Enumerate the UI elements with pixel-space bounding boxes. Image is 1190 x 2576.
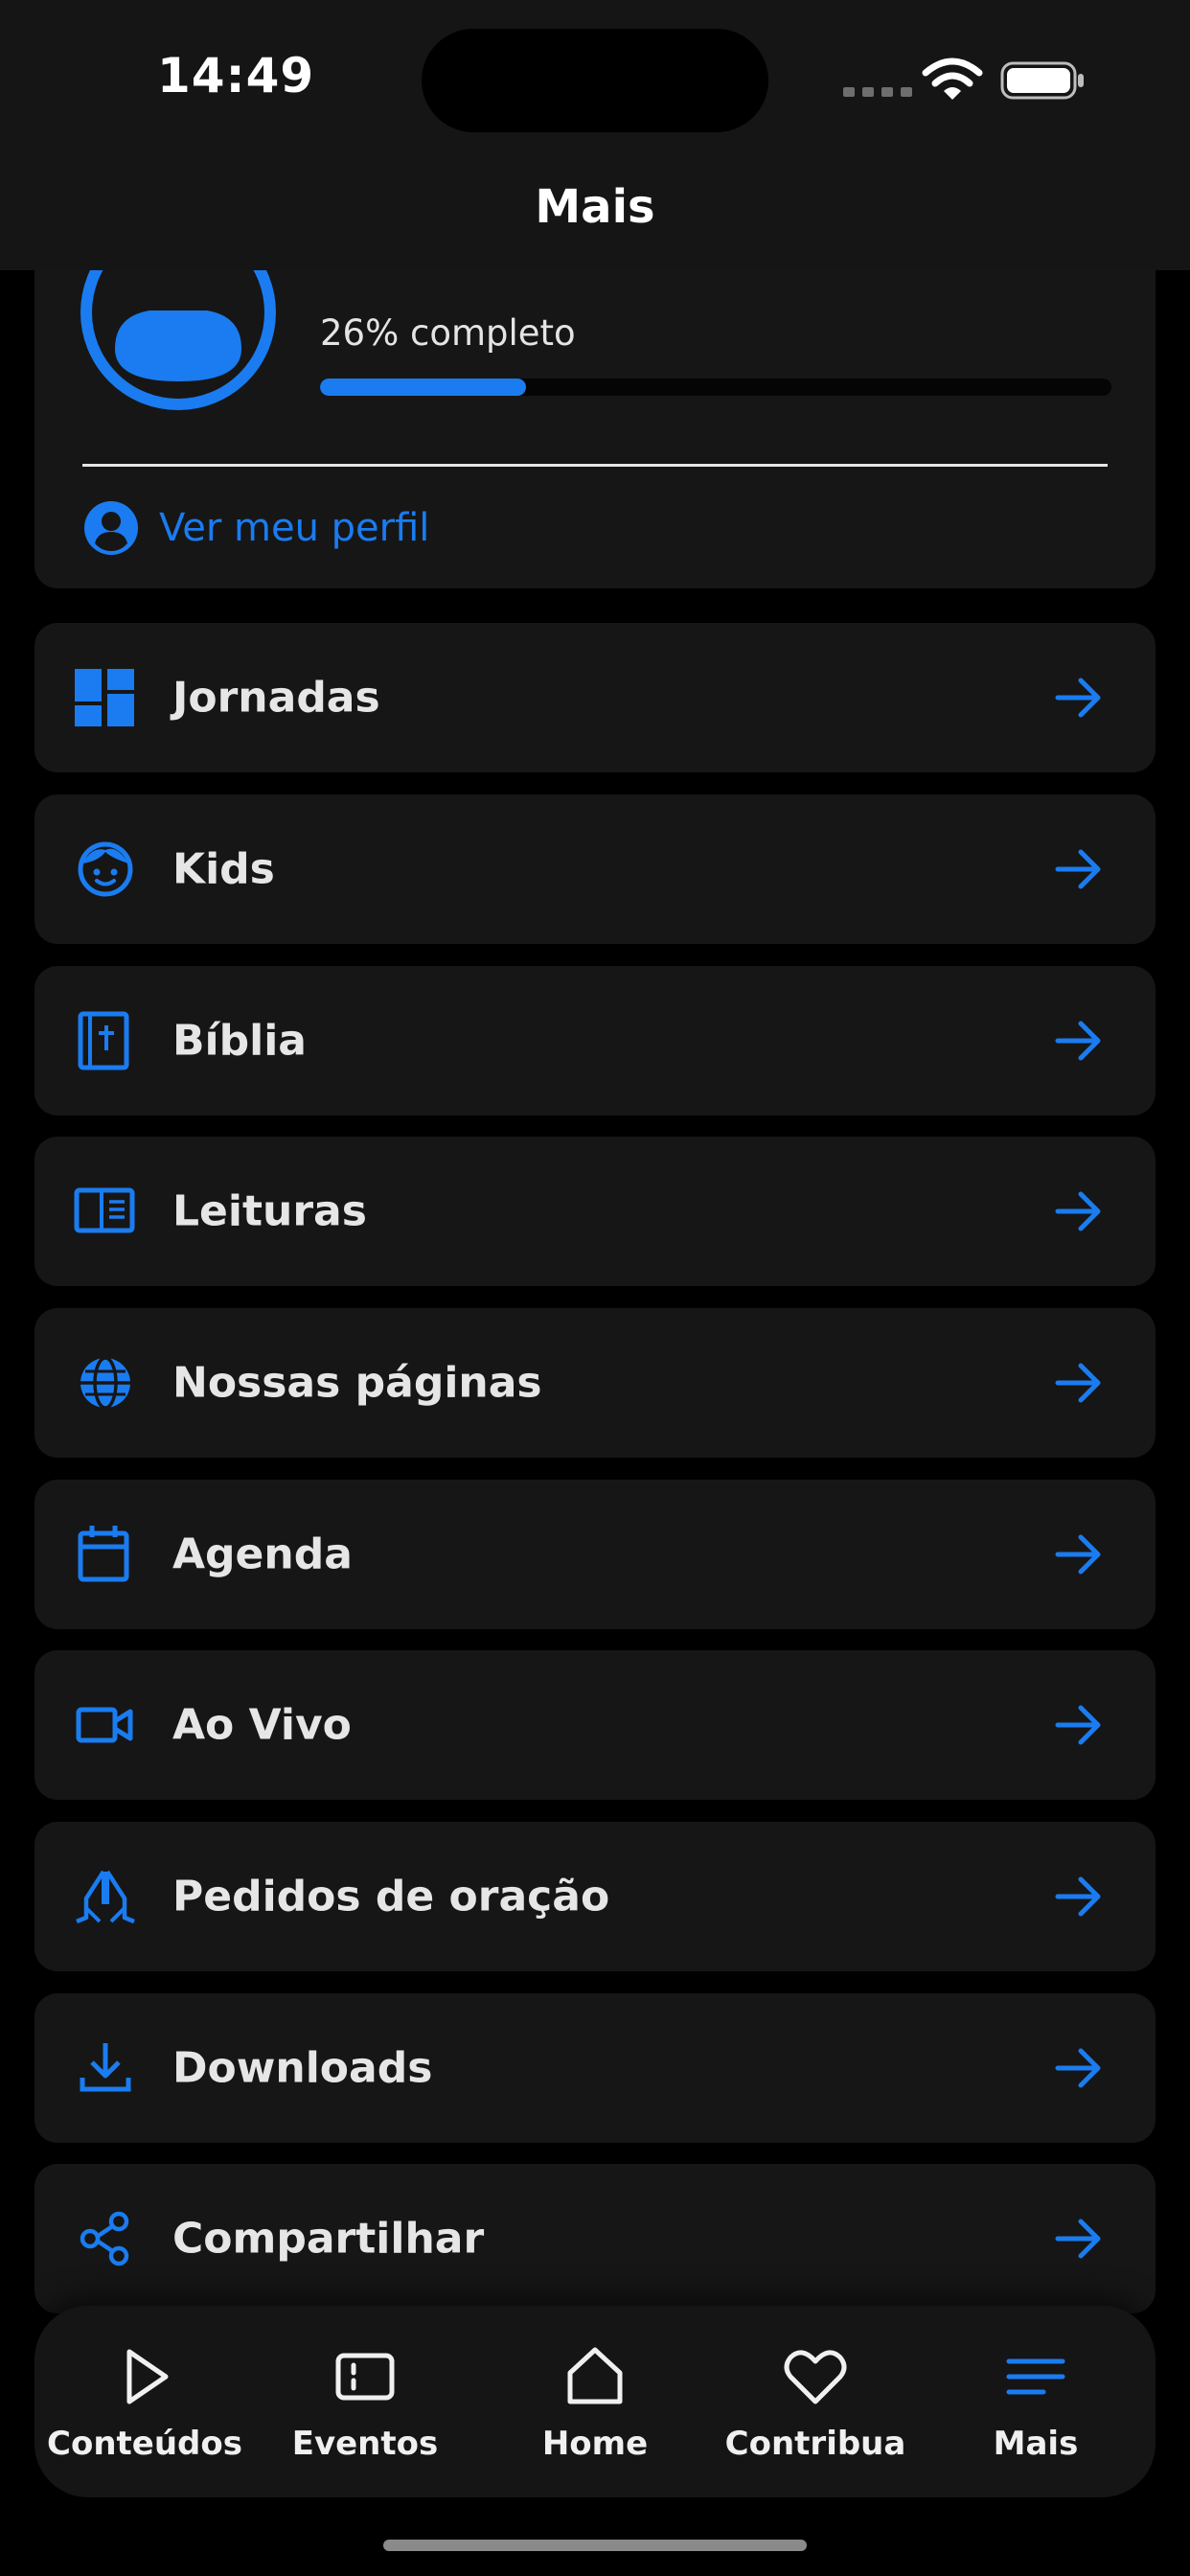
menu-item-compartilhar[interactable]: Compartilhar [34,2164,1156,2313]
dashboard-icon [75,669,134,726]
profile-progress-label: 26% completo [320,312,576,354]
menu-item-kids[interactable]: Kids [34,794,1156,944]
heart-icon [784,2350,847,2404]
arrow-right-icon [1055,678,1101,718]
menu-item-label: Agenda [172,1530,353,1579]
screen: 26% completo Ver meu perfil 14:49 Mais J… [0,0,1190,2576]
view-profile-link[interactable]: Ver meu perfil [82,496,429,560]
tab-label: Mais [993,2425,1079,2463]
ticket-icon [335,2353,395,2401]
menu-item-ao-vivo[interactable]: Ao Vivo [34,1650,1156,1800]
praying-hands-icon [76,1870,135,1924]
menu-item-nossas-paginas[interactable]: Nossas páginas [34,1308,1156,1458]
profile-progress-bar [320,379,1111,396]
tab-bar: Conteúdos Eventos Home Contribua Mais [34,2306,1156,2497]
tab-label: Home [541,2425,649,2463]
profile-divider [82,464,1108,467]
download-icon [80,2043,131,2092]
menu-icon [1006,2358,1065,2395]
arrow-right-icon [1055,2219,1101,2259]
arrow-right-icon [1055,1021,1101,1061]
menu-item-label: Bíblia [172,1016,307,1066]
menu-item-pedidos-de-oracao[interactable]: Pedidos de oração [34,1822,1156,1971]
home-icon [567,2347,623,2404]
arrow-right-icon [1055,1191,1101,1231]
arrow-right-icon [1055,2048,1101,2088]
page-title: Mais [535,180,655,234]
calendar-icon [78,1526,129,1582]
tab-eventos[interactable]: Eventos [255,2342,475,2463]
arrow-right-icon [1055,1363,1101,1403]
menu-item-label: Kids [172,844,275,894]
battery-icon [1000,61,1084,100]
status-time: 14:49 [157,48,315,104]
menu-item-label: Ao Vivo [172,1700,352,1750]
tab-conteudos[interactable]: Conteúdos [34,2342,255,2463]
globe-icon [80,1356,130,1410]
video-camera-icon [76,1707,133,1743]
arrow-right-icon [1055,1705,1101,1745]
play-icon [126,2349,169,2404]
menu-item-agenda[interactable]: Agenda [34,1480,1156,1629]
dynamic-island [422,29,768,132]
profile-progress-fill [320,379,526,396]
book-reader-icon [74,1187,135,1233]
menu-item-leituras[interactable]: Leituras [34,1137,1156,1286]
tab-label: Conteúdos [47,2425,242,2463]
tab-home[interactable]: Home [485,2342,705,2463]
menu-item-downloads[interactable]: Downloads [34,1993,1156,2143]
menu-item-label: Compartilhar [172,2214,485,2264]
account-circle-icon [84,501,138,555]
arrow-right-icon [1055,849,1101,889]
top-bar: 14:49 Mais [0,0,1190,270]
tab-mais[interactable]: Mais [926,2342,1146,2463]
bible-icon [78,1011,129,1070]
tab-label: Eventos [291,2425,439,2463]
menu-item-label: Downloads [172,2043,433,2093]
menu-item-label: Leituras [172,1186,367,1236]
child-face-icon [78,841,133,897]
menu-item-biblia[interactable]: Bíblia [34,966,1156,1116]
menu-item-label: Pedidos de oração [172,1872,610,1921]
menu-item-jornadas[interactable]: Jornadas [34,623,1156,772]
arrow-right-icon [1055,1534,1101,1575]
share-icon [80,2211,129,2266]
wifi-icon [922,58,983,100]
tab-label: Contribua [724,2425,906,2463]
tab-contribua[interactable]: Contribua [705,2342,926,2463]
home-indicator [383,2540,807,2551]
view-profile-label: Ver meu perfil [159,506,430,550]
menu-item-label: Jornadas [172,673,380,723]
arrow-right-icon [1055,1876,1101,1917]
menu-item-label: Nossas páginas [172,1358,542,1408]
cellular-signal-icon [843,87,912,97]
